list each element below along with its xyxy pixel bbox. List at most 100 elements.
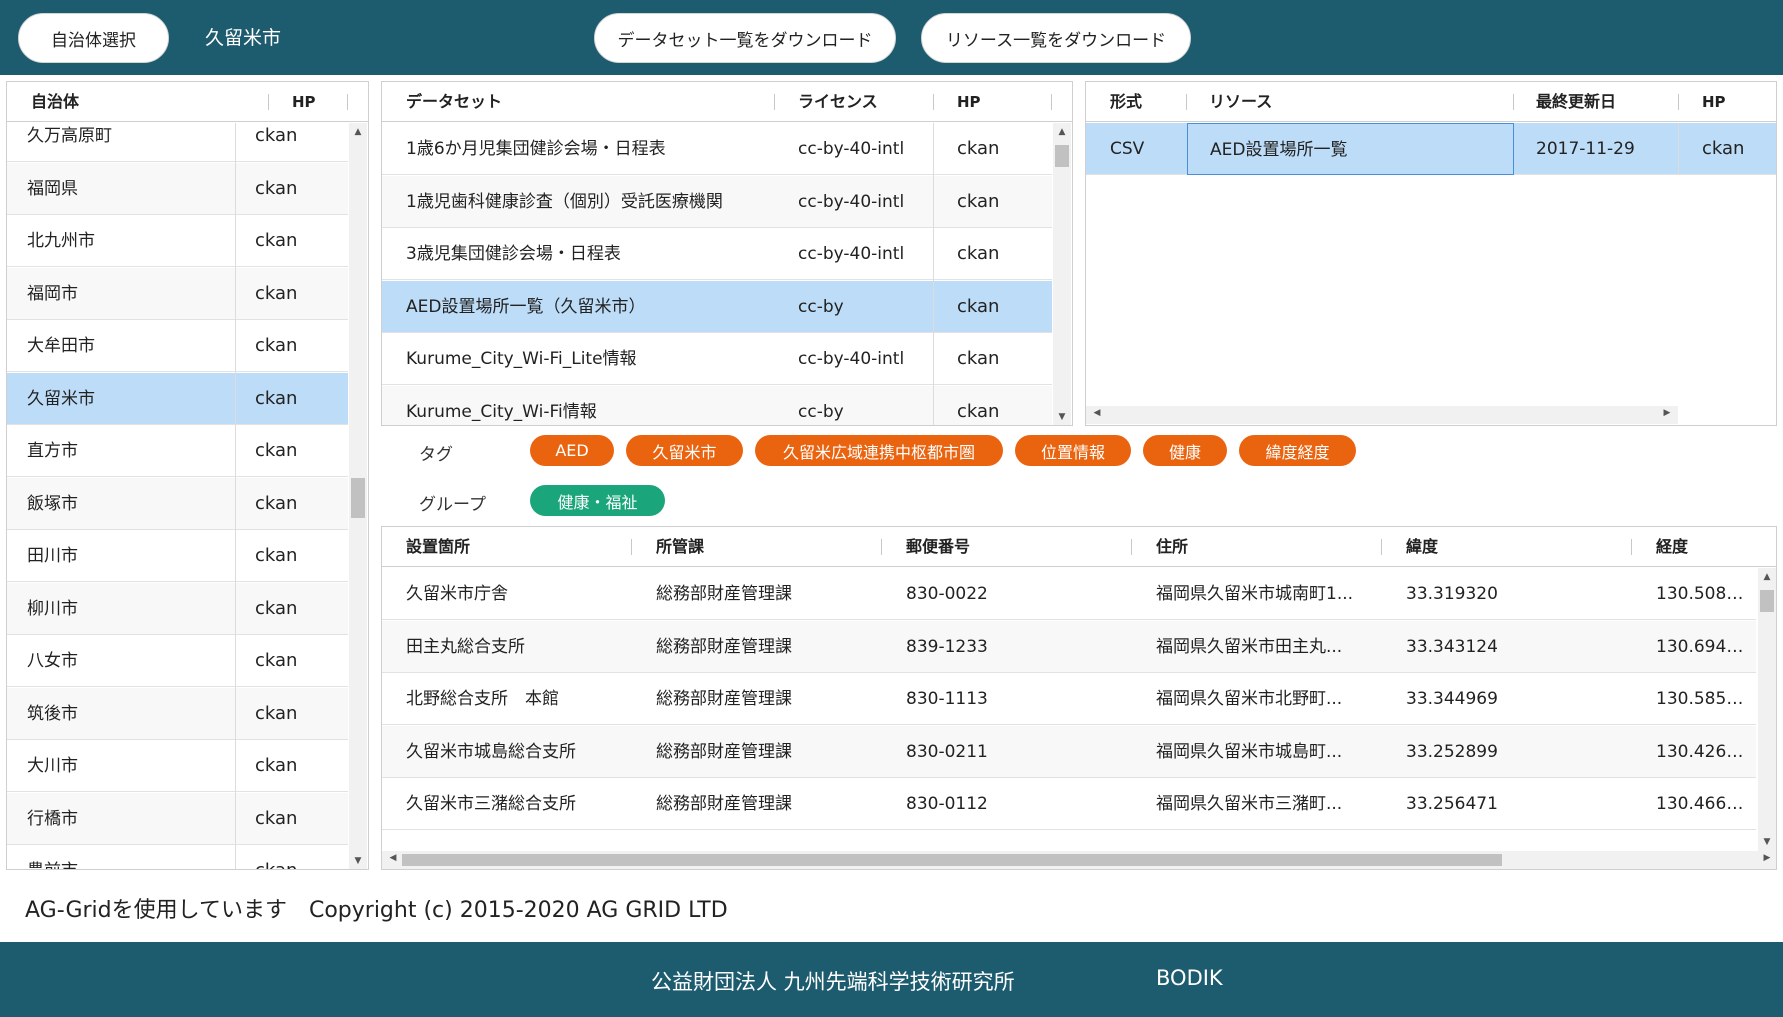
tag-chip[interactable]: 緯度経度: [1239, 435, 1356, 466]
table-row[interactable]: 田川市 ckan: [7, 530, 348, 582]
scroll-up-arrow-icon[interactable]: ▲: [1053, 127, 1071, 137]
scroll-right-arrow-icon[interactable]: ▶: [1658, 408, 1676, 418]
column-header-hp[interactable]: HP: [957, 82, 981, 122]
column-resize-handle[interactable]: [631, 539, 632, 555]
scroll-up-arrow-icon[interactable]: ▲: [349, 127, 367, 137]
hp-link[interactable]: ckan: [255, 425, 325, 477]
table-row[interactable]: 久留米市三潴総合支所 総務部財産管理課 830-0112 福岡県久留米市三潴町... 3…: [382, 778, 1756, 830]
select-municipality-button[interactable]: 自治体選択: [18, 13, 169, 63]
scroll-down-arrow-icon[interactable]: ▼: [1758, 837, 1776, 847]
hp-link[interactable]: ckan: [255, 478, 325, 530]
hp-link[interactable]: ckan: [255, 123, 325, 162]
column-resize-handle[interactable]: [1051, 94, 1052, 110]
hp-link[interactable]: ckan: [255, 583, 325, 635]
hp-link[interactable]: ckan: [255, 268, 325, 320]
table-row[interactable]: Kurume_City_Wi-Fi情報 cc-by ckan: [382, 385, 1052, 426]
column-resize-handle[interactable]: [1186, 94, 1187, 110]
scrollbar-thumb[interactable]: [1760, 590, 1774, 612]
municipality-vertical-scrollbar[interactable]: ▲ ▼: [349, 123, 367, 869]
tag-chip[interactable]: 久留米市: [626, 435, 743, 466]
scrollbar-thumb[interactable]: [1055, 145, 1069, 167]
scroll-right-arrow-icon[interactable]: ▶: [1758, 853, 1776, 863]
scroll-left-arrow-icon[interactable]: ◀: [384, 853, 402, 863]
table-row[interactable]: 田主丸総合支所 総務部財産管理課 839-1233 福岡県久留米市田主丸... 33.3…: [382, 620, 1756, 673]
table-row[interactable]: 飯塚市 ckan: [7, 477, 348, 530]
column-header-hp[interactable]: HP: [1702, 82, 1726, 122]
table-row[interactable]: CSV AED設置場所一覧 2017-11-29 ckan: [1086, 123, 1776, 175]
table-row[interactable]: 大川市 ckan: [7, 740, 348, 792]
table-row[interactable]: 久万高原町 ckan: [7, 123, 348, 162]
scroll-down-arrow-icon[interactable]: ▼: [349, 856, 367, 866]
column-resize-handle[interactable]: [881, 539, 882, 555]
table-row[interactable]: 1歳児歯科健康診査（個別）受託医療機関 cc-by-40-intl ckan: [382, 175, 1052, 228]
column-header[interactable]: 郵便番号: [906, 527, 970, 567]
hp-link[interactable]: ckan: [255, 320, 325, 372]
table-row[interactable]: 八女市 ckan: [7, 635, 348, 687]
download-datasets-button[interactable]: データセット一覧をダウンロード: [594, 13, 896, 63]
scroll-left-arrow-icon[interactable]: ◀: [1088, 408, 1106, 418]
records-horizontal-scrollbar[interactable]: ◀ ▶: [382, 851, 1776, 869]
scrollbar-thumb[interactable]: [402, 854, 1502, 866]
scroll-down-arrow-icon[interactable]: ▼: [1053, 412, 1071, 422]
hp-link[interactable]: ckan: [957, 333, 1037, 385]
tag-chip[interactable]: 健康: [1143, 435, 1227, 466]
scrollbar-thumb[interactable]: [351, 478, 365, 518]
hp-link[interactable]: ckan: [255, 215, 325, 267]
table-row[interactable]: 北野総合支所 本館 総務部財産管理課 830-1113 福岡県久留米市北野町... 33…: [382, 673, 1756, 725]
table-row[interactable]: 筑後市 ckan: [7, 687, 348, 740]
hp-link[interactable]: ckan: [255, 793, 325, 845]
hp-link[interactable]: ckan: [957, 386, 1037, 426]
records-vertical-scrollbar[interactable]: ▲ ▼: [1758, 568, 1776, 851]
hp-link[interactable]: ckan: [255, 688, 325, 740]
table-row[interactable]: 福岡市 ckan: [7, 267, 348, 320]
dataset-vertical-scrollbar[interactable]: ▲ ▼: [1053, 123, 1071, 425]
group-chip[interactable]: 健康・福祉: [530, 485, 665, 516]
column-header[interactable]: 緯度: [1406, 527, 1438, 567]
table-row[interactable]: 1歳6か月児集団健診会場・日程表 cc-by-40-intl ckan: [382, 123, 1052, 175]
column-resize-handle[interactable]: [1381, 539, 1382, 555]
table-row[interactable]: 豊前市 ckan: [7, 845, 348, 869]
hp-link[interactable]: ckan: [957, 176, 1037, 228]
tag-chip[interactable]: 位置情報: [1015, 435, 1131, 466]
table-row[interactable]: 行橋市 ckan: [7, 792, 348, 845]
column-header-dataset[interactable]: データセット: [406, 82, 502, 122]
table-row[interactable]: 福岡県 ckan: [7, 162, 348, 215]
hp-link[interactable]: ckan: [255, 845, 325, 869]
column-header-updated[interactable]: 最終更新日: [1536, 82, 1616, 122]
column-header[interactable]: 住所: [1156, 527, 1188, 567]
footer-brand[interactable]: BODIK: [1156, 966, 1223, 990]
column-resize-handle[interactable]: [1631, 539, 1632, 555]
table-row[interactable]: 3歳児集団健診会場・日程表 cc-by-40-intl ckan: [382, 228, 1052, 280]
hp-link[interactable]: ckan: [255, 740, 325, 792]
column-header-municipality[interactable]: 自治体: [31, 82, 79, 122]
column-resize-handle[interactable]: [347, 94, 348, 110]
column-header[interactable]: 所管課: [656, 527, 704, 567]
column-resize-handle[interactable]: [774, 94, 775, 110]
hp-link[interactable]: ckan: [957, 281, 1037, 333]
table-row[interactable]: 北九州市 ckan: [7, 215, 348, 267]
column-header-resource[interactable]: リソース: [1209, 82, 1272, 122]
hp-link[interactable]: ckan: [255, 530, 325, 582]
hp-link[interactable]: ckan: [255, 373, 325, 425]
hp-link[interactable]: ckan: [957, 228, 1037, 280]
column-header-license[interactable]: ライセンス: [798, 82, 878, 122]
table-row[interactable]: 直方市 ckan: [7, 425, 348, 477]
table-row[interactable]: 久留米市庁舎 総務部財産管理課 830-0022 福岡県久留米市城南町1... 33.3…: [382, 568, 1756, 620]
table-row[interactable]: 久留米市城島総合支所 総務部財産管理課 830-0211 福岡県久留米市城島町... 3…: [382, 725, 1756, 778]
tag-chip[interactable]: AED: [530, 435, 614, 466]
download-resources-button[interactable]: リソース一覧をダウンロード: [921, 13, 1191, 63]
hp-link[interactable]: ckan: [957, 123, 1037, 175]
column-header-hp[interactable]: HP: [292, 82, 316, 122]
footer-organization[interactable]: 公益財団法人 九州先端科学技術研究所: [651, 966, 1015, 996]
column-resize-handle[interactable]: [933, 94, 934, 110]
tag-chip[interactable]: 久留米広域連携中枢都市圏: [755, 435, 1003, 466]
hp-link[interactable]: ckan: [1702, 123, 1772, 175]
table-row[interactable]: Kurume_City_Wi-Fi_Lite情報 cc-by-40-intl cka…: [382, 333, 1052, 385]
column-header[interactable]: 経度: [1656, 527, 1688, 567]
table-row[interactable]: 柳川市 ckan: [7, 582, 348, 635]
resource-horizontal-scrollbar[interactable]: ◀ ▶: [1086, 406, 1678, 424]
column-header[interactable]: 設置箇所: [406, 527, 470, 567]
scroll-up-arrow-icon[interactable]: ▲: [1758, 572, 1776, 582]
table-row[interactable]: 大牟田市 ckan: [7, 320, 348, 372]
column-header-format[interactable]: 形式: [1110, 82, 1142, 122]
